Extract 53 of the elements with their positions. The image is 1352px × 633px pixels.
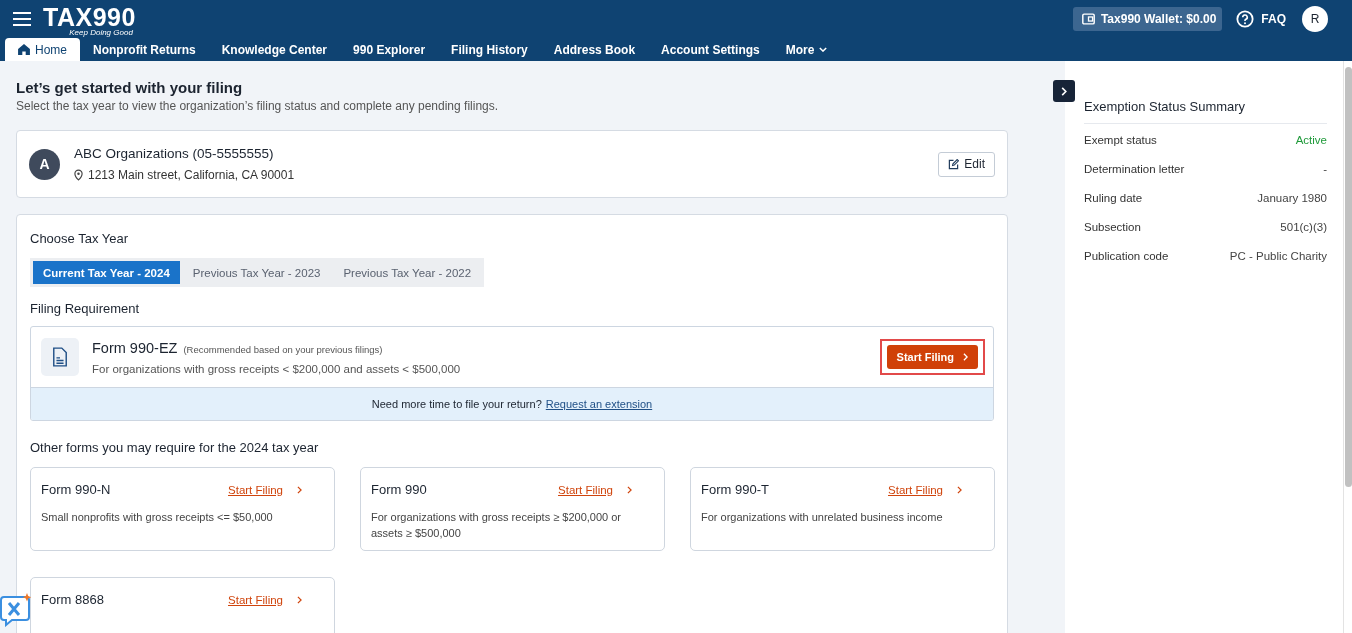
extension-link[interactable]: Request an extension bbox=[545, 398, 653, 410]
summary-value: Active bbox=[1295, 134, 1327, 148]
start-filing-link[interactable]: Start Filing bbox=[228, 483, 283, 496]
summary-label: Ruling date bbox=[1084, 192, 1143, 206]
start-filing-link[interactable]: Start Filing bbox=[558, 483, 613, 496]
form-name: Form 990-EZ bbox=[92, 340, 178, 356]
nav-tab[interactable]: Filing History bbox=[438, 38, 541, 61]
organization-address: 1213 Main street, California, CA 90001 bbox=[88, 168, 295, 182]
summary-value: PC - Public Charity bbox=[1229, 250, 1327, 264]
form-description: For organizations with gross receipts < $200,000 and assets < $500,000 bbox=[92, 363, 462, 375]
summary-label: Exempt status bbox=[1084, 134, 1157, 148]
form-name: Form 990-T bbox=[701, 482, 770, 497]
nav-tab[interactable]: Nonprofit Returns bbox=[80, 38, 209, 61]
section-heading: Other forms you may require for the 2024 tax year bbox=[30, 440, 320, 455]
organization-name: ABC Organizations (05-5555555) bbox=[74, 146, 275, 161]
start-filing-button[interactable]: Start Filing bbox=[886, 345, 978, 369]
summary-label: Determination letter bbox=[1084, 163, 1185, 177]
form-description: For organizations with gross receipts ≥ $200,000 or assets ≥ $500,000 bbox=[371, 510, 622, 541]
page-title: Let’s get started with your filing bbox=[16, 79, 244, 96]
summary-value: - bbox=[1323, 163, 1327, 177]
form-description: For organizations with unrelated business income bbox=[701, 510, 944, 525]
faq-link[interactable]: FAQ bbox=[1261, 12, 1286, 26]
start-filing-link[interactable]: Start Filing bbox=[888, 483, 943, 496]
summary-label: Subsection bbox=[1084, 221, 1141, 235]
form-name: Form 8868 bbox=[41, 592, 105, 607]
nav-tab[interactable]: Home bbox=[5, 38, 80, 61]
form-description: Small nonprofits with gross receipts <= $50,000 bbox=[41, 510, 274, 525]
extension-text: Need more time to file your return? bbox=[371, 398, 542, 410]
tagline: Keep Doing Good bbox=[69, 28, 133, 37]
nav-tab[interactable]: Account Settings bbox=[648, 38, 773, 61]
year-tab[interactable]: Previous Tax Year - 2023 bbox=[182, 261, 331, 284]
summary-title: Exemption Status Summary bbox=[1084, 99, 1327, 124]
year-tab[interactable]: Previous Tax Year - 2022 bbox=[333, 261, 482, 284]
summary-label: Publication code bbox=[1084, 250, 1169, 264]
avatar[interactable]: R bbox=[1302, 6, 1328, 32]
section-heading: Choose Tax Year bbox=[30, 231, 130, 246]
edit-button[interactable]: Edit bbox=[938, 151, 995, 177]
nav-tab[interactable]: More bbox=[772, 38, 841, 61]
section-heading: Filing Requirement bbox=[30, 301, 141, 316]
year-tab[interactable]: Current Tax Year - 2024 bbox=[33, 261, 180, 284]
summary-value: 501(c)(3) bbox=[1280, 221, 1327, 235]
nav-tab[interactable]: Address Book bbox=[540, 38, 649, 61]
summary-value: January 1980 bbox=[1257, 192, 1327, 206]
organization-avatar: A bbox=[29, 148, 60, 180]
form-name: Form 990 bbox=[371, 482, 428, 497]
start-filing-link[interactable]: Start Filing bbox=[228, 593, 283, 606]
recommendation-note: (Recommended based on your previous filings) bbox=[183, 344, 383, 355]
wallet-button[interactable]: Tax990 Wallet: $0.00 bbox=[1072, 7, 1223, 31]
page-subtitle: Select the tax year to view the organization’s filing status and complete any pending filings. bbox=[16, 99, 500, 113]
nav-tab[interactable]: 990 Explorer bbox=[340, 38, 439, 61]
nav-tab[interactable]: Knowledge Center bbox=[208, 38, 341, 61]
logo[interactable]: TAX990 bbox=[43, 4, 136, 30]
form-name: Form 990-N bbox=[41, 482, 112, 497]
